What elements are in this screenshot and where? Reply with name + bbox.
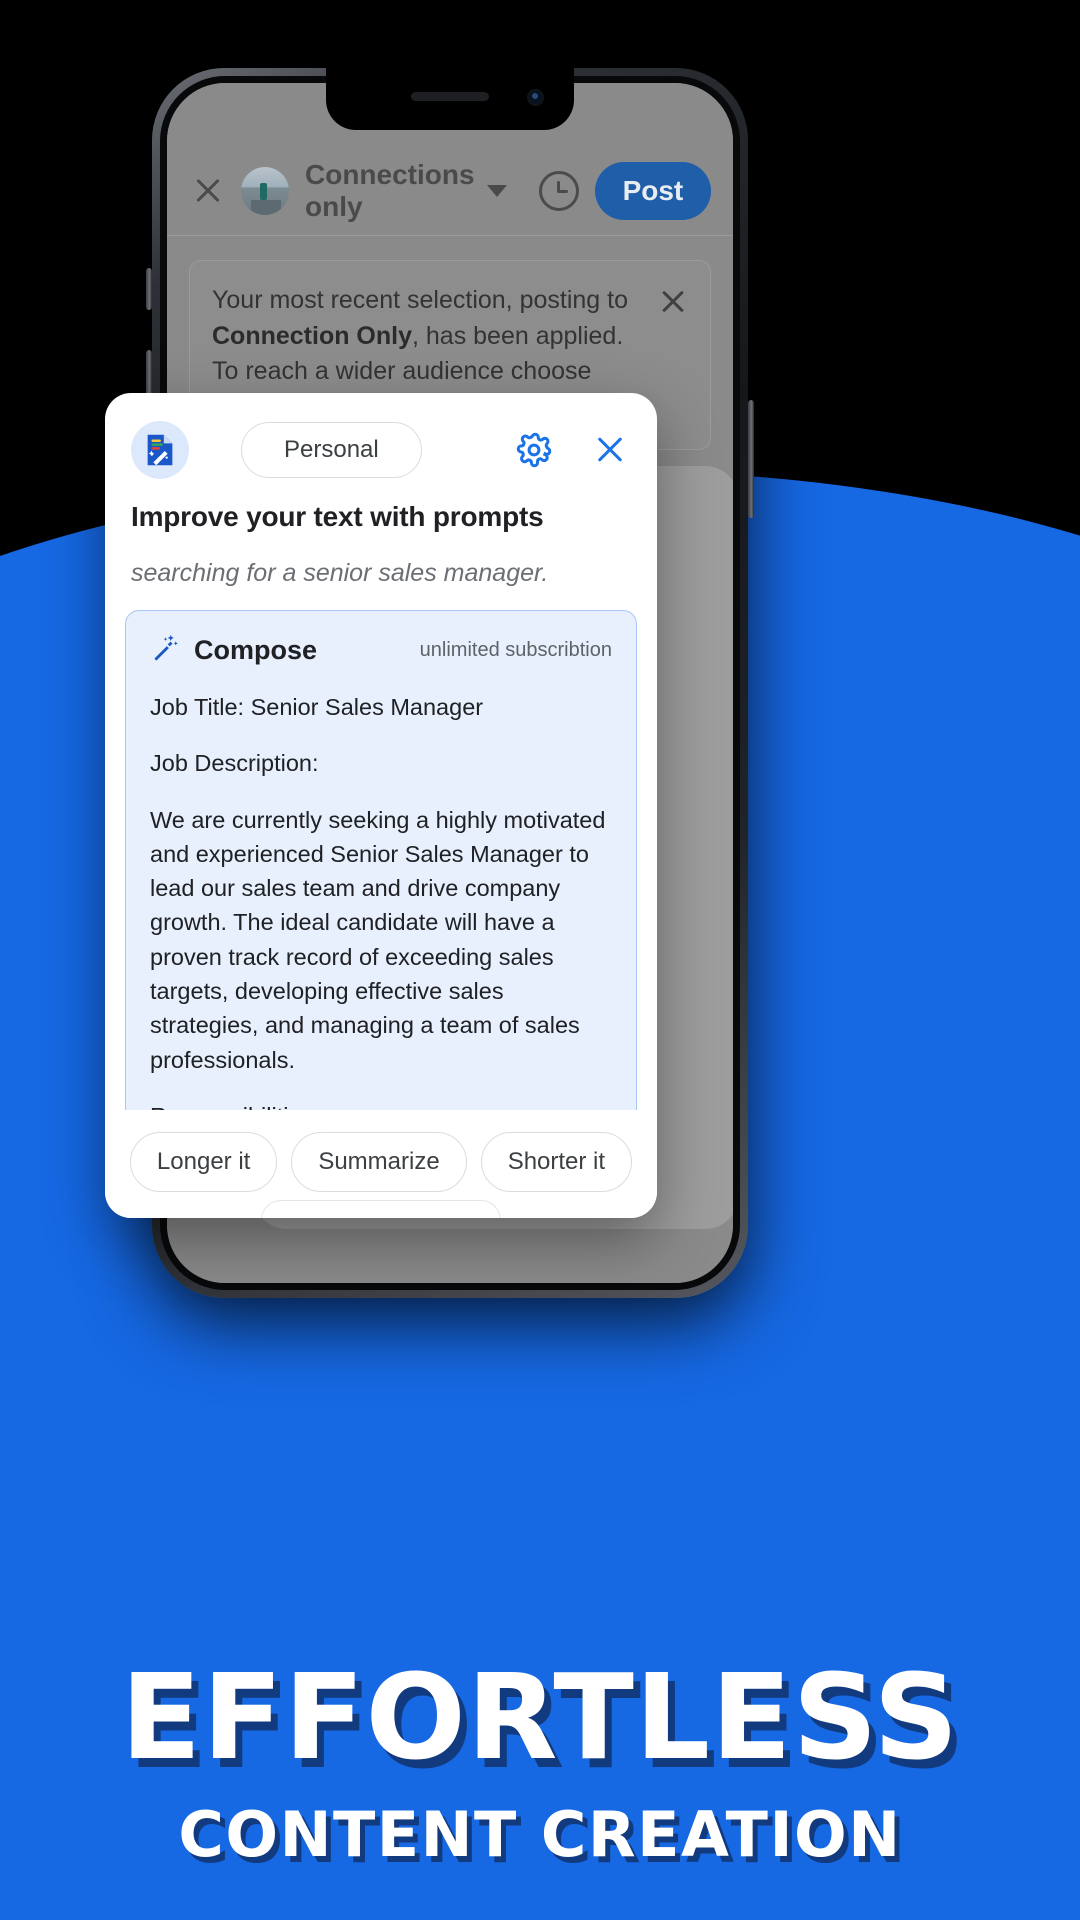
longer-it-button[interactable]: Longer it xyxy=(129,1132,278,1192)
clock-icon[interactable] xyxy=(538,171,579,211)
result-paragraph: Job Description: xyxy=(150,750,319,777)
audience-label: Connections only xyxy=(305,159,475,222)
close-icon[interactable] xyxy=(191,174,225,208)
source-text: searching for a senior sales manager. xyxy=(131,559,549,587)
power-button[interactable] xyxy=(748,400,754,518)
promo-text-block: EFFORTLESS CONTENT CREATION xyxy=(0,1658,1080,1866)
profile-chip-personal[interactable]: Personal xyxy=(241,422,422,478)
secondary-action-pill[interactable] xyxy=(261,1200,501,1218)
result-paragraph: We are currently seeking a highly motiva… xyxy=(150,806,606,1073)
result-paragraph: Job Title: Senior Sales Manager xyxy=(150,694,484,720)
audience-selector[interactable]: Connections only xyxy=(305,159,507,223)
promo-subheadline: CONTENT CREATION xyxy=(178,1798,902,1871)
post-button[interactable]: Post xyxy=(594,162,712,220)
chevron-down-icon xyxy=(486,185,507,197)
composer-topbar: Connections only Post xyxy=(167,145,733,236)
magic-wand-icon xyxy=(150,633,180,668)
front-camera-icon xyxy=(527,89,544,106)
phone-notch xyxy=(326,68,574,130)
compose-result-header: Compose unlimited subscribtion xyxy=(150,633,612,668)
summarize-button[interactable]: Summarize xyxy=(291,1132,467,1192)
gear-icon[interactable] xyxy=(515,431,553,469)
mute-switch[interactable] xyxy=(146,268,152,310)
subscription-note: unlimited subscribtion xyxy=(419,639,612,661)
document-magic-wand-icon xyxy=(131,421,189,479)
earpiece-speaker xyxy=(411,92,489,101)
notice-text-part1: Your most recent selection, posting to xyxy=(212,286,628,314)
compose-label: Compose xyxy=(194,635,318,665)
notice-bold-connection-only: Connection Only xyxy=(212,321,412,350)
notice-close-icon[interactable] xyxy=(658,287,688,317)
ai-prompt-popup: Personal Improve your text with prompts … xyxy=(105,393,657,1218)
shorter-it-button[interactable]: Shorter it xyxy=(480,1132,633,1192)
secondary-action-row xyxy=(105,1200,657,1218)
prompt-action-bar: Longer it Summarize Shorter it xyxy=(105,1110,657,1218)
promo-headline: EFFORTLESS xyxy=(120,1648,960,1786)
page-title: Improve your text with prompts xyxy=(131,501,544,532)
popup-header: Personal xyxy=(105,393,657,489)
promo-screen: Connections only Post Your most recent s… xyxy=(0,0,1080,1920)
avatar[interactable] xyxy=(241,167,289,215)
close-icon[interactable] xyxy=(593,433,627,467)
